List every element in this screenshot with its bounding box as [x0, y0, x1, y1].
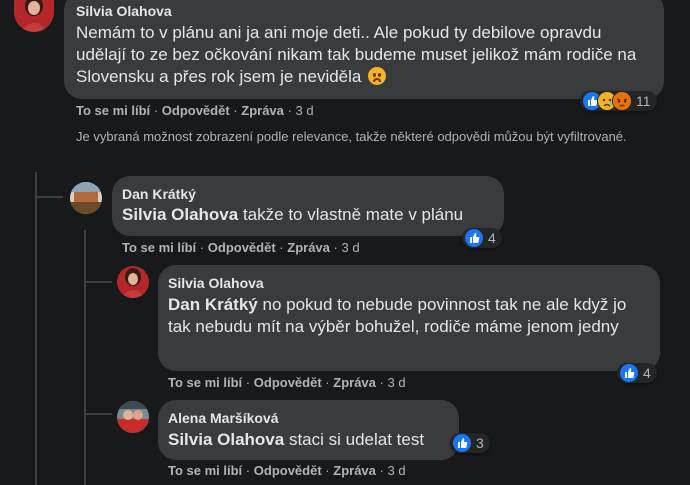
comment-actions: To se mi líbí · Odpovědět · Zpráva · 3 d: [168, 463, 406, 478]
message-button[interactable]: Zpráva: [333, 375, 376, 390]
reaction-summary[interactable]: 3: [450, 433, 490, 453]
comment-text: Silvia Olahova staci si udelat test: [168, 429, 453, 451]
like-button[interactable]: To se mi líbí: [168, 463, 242, 478]
thread-line-branch-3: [84, 413, 112, 415]
separator: ·: [245, 463, 251, 478]
avatar[interactable]: [117, 401, 149, 433]
comment-actions: To se mi líbí · Odpovědět · Zpráva · 3 d: [76, 103, 314, 118]
message-button[interactable]: Zpráva: [333, 463, 376, 478]
avatar[interactable]: [70, 182, 102, 214]
timestamp[interactable]: 3 d: [388, 375, 406, 390]
separator: ·: [245, 375, 251, 390]
comment-author[interactable]: Alena Maršíková: [168, 410, 279, 426]
thread-line-main: [35, 172, 37, 485]
reply-button[interactable]: Odpovědět: [254, 375, 322, 390]
separator: ·: [233, 103, 238, 118]
comment-text: Dan Krátký no pokud to nebude povinnost …: [168, 294, 648, 338]
like-button[interactable]: To se mi líbí: [122, 240, 196, 255]
separator: ·: [287, 103, 292, 118]
message-button[interactable]: Zpráva: [241, 103, 284, 118]
comment-actions: To se mi líbí · Odpovědět · Zpráva · 3 d: [168, 375, 406, 390]
frowning-face-emoji-icon: [368, 67, 387, 85]
reaction-count: 4: [488, 230, 496, 246]
reply-button[interactable]: Odpovědět: [162, 103, 230, 118]
comment-author[interactable]: Silvia Olahova: [76, 3, 172, 19]
separator: ·: [379, 463, 384, 478]
reaction-count: 4: [643, 365, 651, 381]
reaction-summary[interactable]: 4: [617, 363, 657, 383]
like-icon: [452, 433, 472, 453]
comment-text-body: Nemám to v plánu ani ja ani moje deti.. …: [76, 23, 637, 86]
like-icon: [464, 228, 484, 248]
timestamp[interactable]: 3 d: [388, 463, 406, 478]
comment-text-body: staci si udelat test: [284, 430, 425, 449]
thread-line-branch-1: [35, 196, 63, 198]
reaction-summary[interactable]: 11: [580, 91, 657, 111]
comment-text: Silvia Olahova takže to vlastně mate v p…: [122, 204, 497, 226]
relevance-notice: Je vybraná možnost zobrazení podle relev…: [76, 129, 627, 144]
separator: ·: [199, 240, 205, 255]
avatar[interactable]: [14, 0, 54, 32]
separator: ·: [325, 463, 330, 478]
reply-button[interactable]: Odpovědět: [254, 463, 322, 478]
separator: ·: [279, 240, 284, 255]
timestamp[interactable]: 3 d: [342, 240, 360, 255]
separator: ·: [153, 103, 159, 118]
thread-line-sub: [84, 230, 86, 485]
reaction-count: 11: [636, 93, 651, 109]
reply-button[interactable]: Odpovědět: [208, 240, 276, 255]
like-icon: [619, 363, 639, 383]
comment-text-body: takže to vlastně mate v plánu: [238, 205, 464, 224]
reaction-count: 3: [476, 435, 484, 451]
reaction-summary[interactable]: 4: [462, 228, 502, 248]
message-button[interactable]: Zpráva: [287, 240, 330, 255]
thread-line-branch-2: [84, 281, 112, 283]
timestamp[interactable]: 3 d: [296, 103, 314, 118]
comment-author[interactable]: Dan Krátký: [122, 186, 196, 202]
comment-text: Nemám to v plánu ani ja ani moje deti.. …: [76, 22, 656, 88]
avatar[interactable]: [117, 266, 149, 298]
mention-link[interactable]: Silvia Olahova: [122, 205, 238, 224]
separator: ·: [333, 240, 338, 255]
like-button[interactable]: To se mi líbí: [168, 375, 242, 390]
like-button[interactable]: To se mi líbí: [76, 103, 150, 118]
comment-actions: To se mi líbí · Odpovědět · Zpráva · 3 d: [122, 240, 360, 255]
mention-link[interactable]: Silvia Olahova: [168, 430, 284, 449]
comment-author[interactable]: Silvia Olahova: [168, 275, 264, 291]
mention-link[interactable]: Dan Krátký: [168, 295, 258, 314]
angry-icon: [612, 91, 632, 111]
separator: ·: [325, 375, 330, 390]
separator: ·: [379, 375, 384, 390]
